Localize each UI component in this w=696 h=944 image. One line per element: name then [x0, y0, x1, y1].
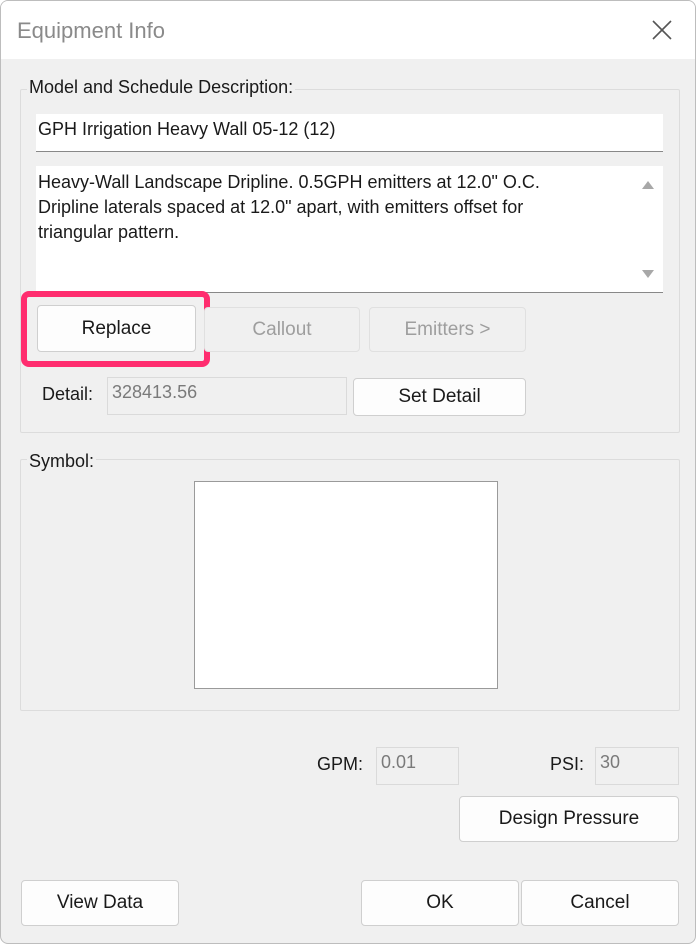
window-title: Equipment Info — [17, 18, 165, 43]
equipment-info-dialog: Equipment Info Model and Schedule Descri… — [0, 0, 696, 944]
description-text: Heavy-Wall Landscape Dripline. 0.5GPH em… — [38, 172, 540, 242]
ok-button[interactable]: OK — [361, 880, 519, 926]
detail-label: Detail: — [42, 384, 94, 404]
view-data-button[interactable]: View Data — [21, 880, 179, 926]
model-name-field[interactable]: GPH Irrigation Heavy Wall 05-12 (12) — [36, 114, 663, 152]
psi-label: PSI: — [550, 754, 585, 774]
description-textarea[interactable]: Heavy-Wall Landscape Dripline. 0.5GPH em… — [36, 166, 663, 293]
title-bar: Equipment Info — [1, 1, 695, 59]
model-name-text: GPH Irrigation Heavy Wall 05-12 (12) — [38, 119, 336, 139]
scroll-down-icon[interactable] — [642, 270, 654, 278]
symbol-preview — [194, 481, 498, 689]
close-icon — [652, 20, 672, 40]
detail-field: 328413.56 — [107, 377, 347, 415]
callout-button[interactable]: Callout — [204, 307, 360, 352]
scroll-up-icon[interactable] — [642, 181, 654, 189]
psi-field: 30 — [595, 747, 679, 785]
cancel-button[interactable]: Cancel — [521, 880, 679, 926]
gpm-field: 0.01 — [376, 747, 459, 785]
description-scrollbar[interactable] — [633, 166, 663, 292]
close-button[interactable] — [645, 13, 679, 47]
set-detail-button[interactable]: Set Detail — [353, 378, 526, 416]
symbol-label: Symbol: — [27, 451, 97, 472]
gpm-label: GPM: — [317, 754, 364, 774]
model-schedule-label: Model and Schedule Description: — [27, 77, 296, 98]
emitters-button[interactable]: Emitters > — [369, 307, 526, 352]
replace-highlight — [21, 291, 210, 367]
design-pressure-button[interactable]: Design Pressure — [459, 796, 679, 842]
